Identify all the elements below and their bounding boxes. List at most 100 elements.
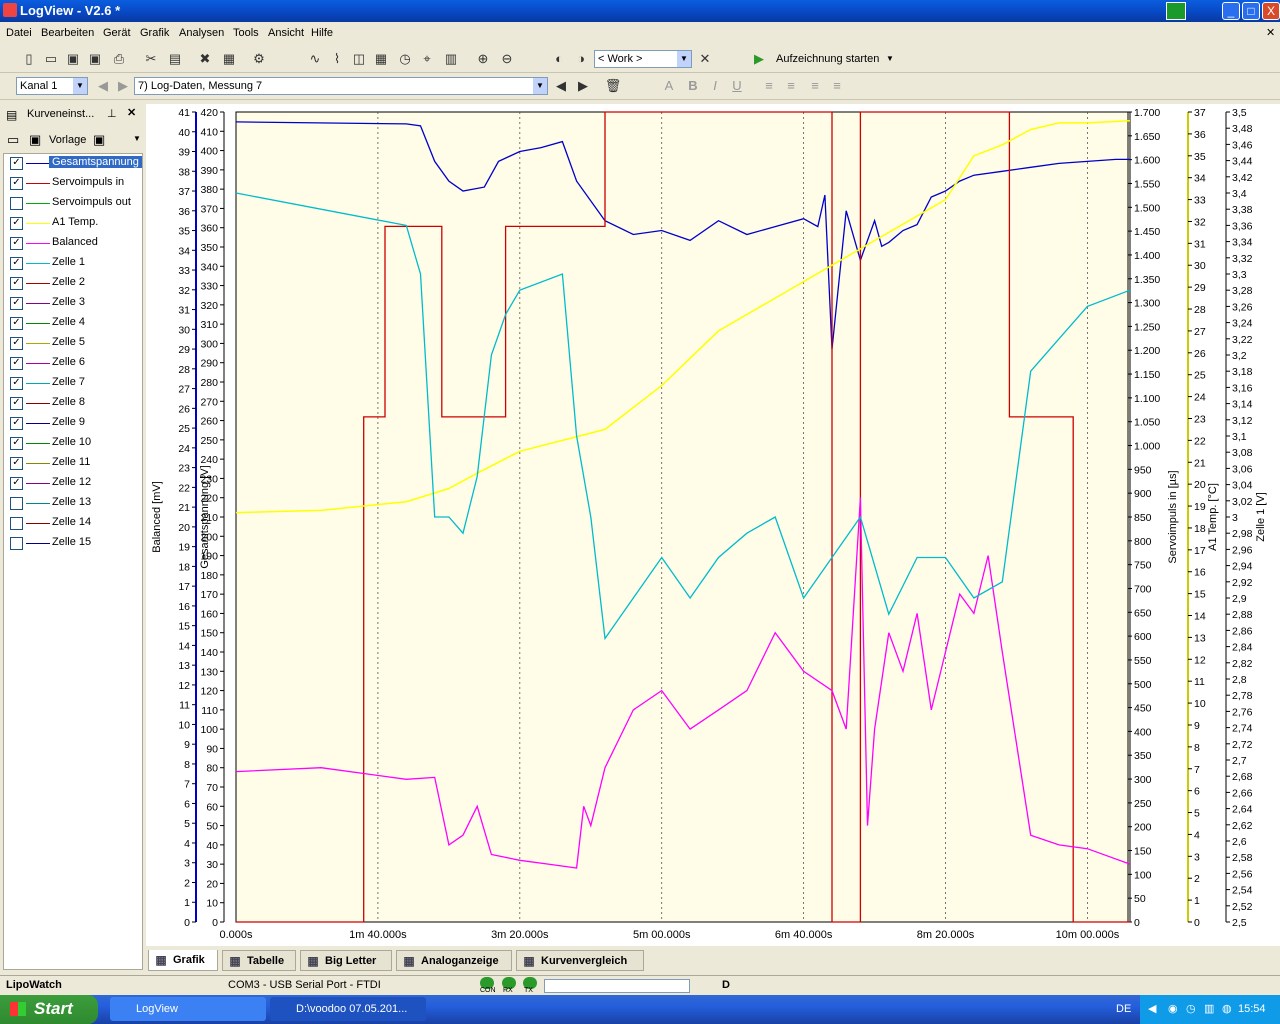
save-as-icon[interactable]: ▣ xyxy=(86,50,104,68)
work-combo[interactable]: < Work > ▼ xyxy=(594,50,692,68)
tray-app-icon[interactable]: ◉ xyxy=(1168,1002,1178,1015)
record-start-button[interactable]: Aufzeichnung starten xyxy=(776,53,879,65)
zoom-in-icon[interactable]: ⊕ xyxy=(474,50,492,68)
align-justify-icon[interactable]: ≡ xyxy=(828,77,846,95)
menu-geraet[interactable]: Gerät xyxy=(103,27,131,39)
curve-item-10[interactable]: ✓ Zelle 5 xyxy=(8,334,144,352)
curve-item-5[interactable]: ✓ Balanced xyxy=(8,234,144,252)
next-log-icon[interactable]: ▶ xyxy=(574,77,592,95)
curve-item-18[interactable]: Zelle 13 xyxy=(8,494,144,512)
log-combo[interactable]: 7) Log-Daten, Messung 7 ▼ xyxy=(134,77,548,95)
timer-icon[interactable]: ◷ xyxy=(396,50,414,68)
curve-item-20[interactable]: Zelle 15 xyxy=(8,534,144,552)
curve-checkbox[interactable]: ✓ xyxy=(10,417,23,430)
tray-expand-icon[interactable]: ◀ xyxy=(1148,1002,1156,1015)
open-folder-icon[interactable]: ▭ xyxy=(42,50,60,68)
curve-checkbox[interactable]: ✓ xyxy=(10,257,23,270)
curve-item-11[interactable]: ✓ Zelle 6 xyxy=(8,354,144,372)
curve-checkbox[interactable]: ✓ xyxy=(10,337,23,350)
menu-hilfe[interactable]: Hilfe xyxy=(311,27,333,39)
marker-icon[interactable]: ⌖ xyxy=(418,50,436,68)
curve-item-7[interactable]: ✓ Zelle 2 xyxy=(8,274,144,292)
start-button[interactable]: Start xyxy=(0,995,98,1024)
minimize-button[interactable]: _ xyxy=(1222,2,1240,20)
tray-clock-icon[interactable]: ◷ xyxy=(1186,1002,1196,1015)
curve-item-1[interactable]: ✓ Gesamtspannung xyxy=(8,154,144,172)
tab-grafik[interactable]: ▦ Grafik xyxy=(148,950,218,971)
window-icon[interactable]: ◫ xyxy=(350,50,368,68)
menu-grafik[interactable]: Grafik xyxy=(140,27,169,39)
curve-checkbox[interactable]: ✓ xyxy=(10,317,23,330)
chevron-down-icon[interactable]: ▼ xyxy=(133,134,141,143)
menu-tools[interactable]: Tools xyxy=(233,27,259,39)
prev-arrow-icon[interactable]: ◀ xyxy=(94,77,112,95)
tab-analoganzeige[interactable]: ▦ Analoganzeige xyxy=(396,950,512,971)
cut-icon[interactable]: ✂ xyxy=(142,50,160,68)
maximize-button[interactable]: □ xyxy=(1242,2,1260,20)
curve-item-15[interactable]: ✓ Zelle 10 xyxy=(8,434,144,452)
font-icon[interactable]: A xyxy=(660,77,678,95)
align-left-icon[interactable]: ≡ xyxy=(760,77,778,95)
bar-chart-icon[interactable]: ▥ xyxy=(442,50,460,68)
close-button[interactable]: X xyxy=(1262,2,1280,20)
curve-checkbox[interactable]: ✓ xyxy=(10,217,23,230)
italic-icon[interactable]: I xyxy=(706,77,724,95)
curve-checkbox[interactable]: ✓ xyxy=(10,357,23,370)
curve-item-13[interactable]: ✓ Zelle 8 xyxy=(8,394,144,412)
prev-log-icon[interactable]: ◀ xyxy=(552,77,570,95)
curve-checkbox[interactable] xyxy=(10,497,23,510)
curve-item-2[interactable]: ✓ Servoimpuls in xyxy=(8,174,144,192)
next-arrow-icon[interactable]: ▶ xyxy=(114,77,132,95)
paste-icon[interactable]: ▤ xyxy=(166,50,184,68)
record-dropdown-icon[interactable]: ▼ xyxy=(886,50,896,68)
grid-icon[interactable]: ▦ xyxy=(372,50,390,68)
menu-close-icon[interactable]: ✕ xyxy=(1266,26,1275,39)
curve-item-17[interactable]: ✓ Zelle 12 xyxy=(8,474,144,492)
curve-checkbox[interactable]: ✓ xyxy=(10,297,23,310)
pin-icon[interactable]: ⊥ xyxy=(107,107,117,120)
align-center-icon[interactable]: ≡ xyxy=(782,77,800,95)
save-icon[interactable]: ▣ xyxy=(64,50,82,68)
menu-ansicht[interactable]: Ansicht xyxy=(268,27,304,39)
device-remove-icon[interactable]: ✕ xyxy=(696,50,714,68)
curve-checkbox[interactable]: ✓ xyxy=(10,277,23,290)
menu-analysen[interactable]: Analysen xyxy=(179,27,224,39)
menu-bearbeiten[interactable]: Bearbeiten xyxy=(41,27,94,39)
tab-kurvenvergleich[interactable]: ▦ Kurvenvergleich xyxy=(516,950,644,971)
curve-checkbox[interactable]: ✓ xyxy=(10,177,23,190)
play-icon[interactable]: ▶ xyxy=(750,50,768,68)
save-icon[interactable]: ▣ xyxy=(29,132,41,148)
chart-svg[interactable]: 0.000s 1m 40.000s 3m 20.000s 5m 00.000s 6m 4… xyxy=(146,104,1280,946)
tab-big-letter[interactable]: ▦ Big Letter xyxy=(300,950,392,971)
curve-checkbox[interactable]: ✓ xyxy=(10,397,23,410)
tray-network-icon[interactable]: ▥ xyxy=(1204,1002,1214,1015)
sidebar-close-icon[interactable]: ✕ xyxy=(127,106,136,119)
curve-item-16[interactable]: ✓ Zelle 11 xyxy=(8,454,144,472)
align-right-icon[interactable]: ≡ xyxy=(806,77,824,95)
curve-checkbox[interactable] xyxy=(10,517,23,530)
device-add-icon[interactable]: ◑ xyxy=(572,50,590,68)
open-folder-icon[interactable]: ▭ xyxy=(7,132,19,148)
zoom-curve-icon[interactable]: ⌇ xyxy=(328,50,346,68)
trash-icon[interactable]: 🗑 xyxy=(604,77,622,95)
zoom-out-icon[interactable]: ⊖ xyxy=(498,50,516,68)
task-explorer[interactable]: D:\voodoo 07.05.201... xyxy=(270,997,426,1021)
curve-item-19[interactable]: Zelle 14 xyxy=(8,514,144,532)
language-indicator[interactable]: DE xyxy=(1116,1003,1131,1015)
curve-checkbox[interactable]: ✓ xyxy=(10,477,23,490)
delete-icon[interactable]: ✖ xyxy=(196,50,214,68)
menu-datei[interactable]: Datei xyxy=(6,27,32,39)
curve-item-9[interactable]: ✓ Zelle 4 xyxy=(8,314,144,332)
new-file-icon[interactable]: ▯ xyxy=(20,50,38,68)
tab-tabelle[interactable]: ▦ Tabelle xyxy=(222,950,296,971)
curve-item-6[interactable]: ✓ Zelle 1 xyxy=(8,254,144,272)
settings-icon[interactable]: ⚙ xyxy=(250,50,268,68)
print-icon[interactable]: ⎙ xyxy=(110,50,128,68)
curve-item-4[interactable]: ✓ A1 Temp. xyxy=(8,214,144,232)
curve-item-3[interactable]: Servoimpuls out xyxy=(8,194,144,212)
curve-icon[interactable]: ∿ xyxy=(306,50,324,68)
curve-checkbox[interactable]: ✓ xyxy=(10,437,23,450)
save-template-icon[interactable]: ▣ xyxy=(93,132,105,148)
curve-checkbox[interactable]: ✓ xyxy=(10,377,23,390)
curve-checkbox[interactable]: ✓ xyxy=(10,157,23,170)
